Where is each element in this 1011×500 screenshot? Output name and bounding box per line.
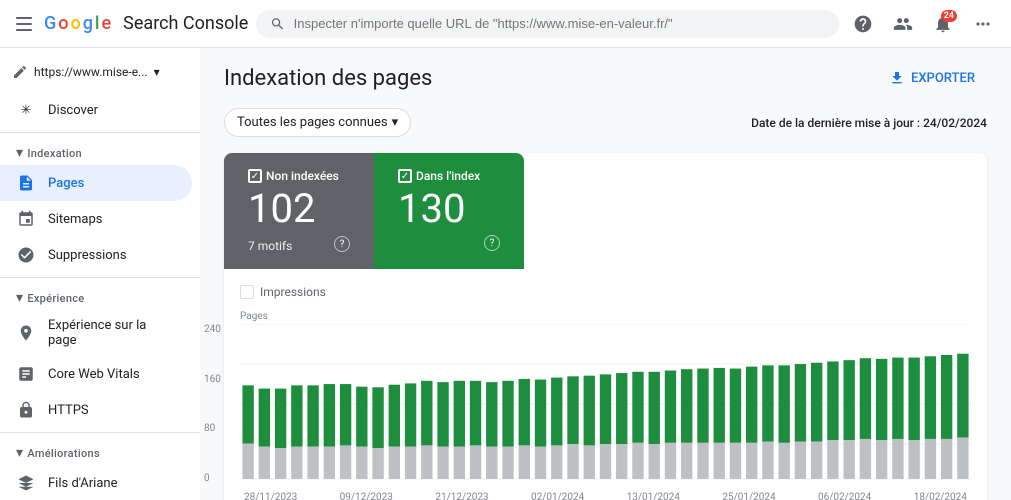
cwv-icon xyxy=(16,364,36,384)
sidebar-item-cwv-label: Core Web Vitals xyxy=(48,367,140,382)
app-name-label: Search Console xyxy=(123,13,248,34)
sidebar-divider-1 xyxy=(0,132,200,133)
topbar: Google Search Console 24 xyxy=(0,0,1011,48)
non-indexed-value: 102 xyxy=(248,187,350,231)
sidebar: https://www.mise-e... ▾ ✳ Discover ▾ Ind… xyxy=(0,48,200,500)
non-indexed-label: ✓ Non indexées xyxy=(248,169,350,183)
breadcrumb-icon xyxy=(16,473,36,493)
x-axis-label: 21/12/2023 xyxy=(435,492,488,500)
x-axis-label: 25/01/2024 xyxy=(722,492,775,500)
experience-section-label: ▾ Expérience xyxy=(0,282,200,310)
impressions-label: Impressions xyxy=(260,285,326,299)
menu-button[interactable] xyxy=(12,12,36,36)
sidebar-item-core-web-vitals[interactable]: Core Web Vitals xyxy=(0,356,192,392)
indexed-label: ✓ Dans l'index xyxy=(398,169,500,183)
account-url: https://www.mise-e... xyxy=(34,65,148,79)
pages-filter-dropdown[interactable]: Toutes les pages connues ▾ xyxy=(224,108,411,137)
sidebar-item-https[interactable]: HTTPS xyxy=(0,392,192,428)
sidebar-item-experience-page[interactable]: Expérience sur la page xyxy=(0,310,192,356)
sidebar-item-pages[interactable]: Pages xyxy=(0,165,192,201)
help-button[interactable] xyxy=(847,8,879,40)
filter-dropdown-icon: ▾ xyxy=(392,115,399,130)
stats-chart-panel: ✓ Non indexées 102 7 motifs ? ✓ Dans l'i… xyxy=(224,153,987,500)
stats-row: ✓ Non indexées 102 7 motifs ? ✓ Dans l'i… xyxy=(224,153,987,269)
sidebar-item-sitemaps[interactable]: Sitemaps xyxy=(0,201,192,237)
chart-area: 240 160 80 0 xyxy=(240,324,971,488)
chart-container: Impressions Pages 240 160 xyxy=(224,269,987,500)
discover-icon: ✳ xyxy=(16,100,36,120)
indexed-card: ✓ Dans l'index 130 ? xyxy=(374,153,524,269)
x-axis-label: 28/11/2023 xyxy=(244,492,297,500)
indexed-footer: ? xyxy=(398,235,500,251)
https-icon xyxy=(16,400,36,420)
sitemaps-icon xyxy=(16,209,36,229)
account-dropdown-arrow[interactable]: ▾ xyxy=(154,65,160,79)
pencil-icon xyxy=(12,64,28,80)
sidebar-divider-3 xyxy=(0,432,200,433)
accounts-button[interactable] xyxy=(887,8,919,40)
notification-badge: 24 xyxy=(941,10,957,22)
ameliorations-section-label: ▾ Améliorations xyxy=(0,437,200,465)
non-indexed-card: ✓ Non indexées 102 7 motifs ? xyxy=(224,153,374,269)
main-content: Indexation des pages EXPORTER Toutes les… xyxy=(200,48,1011,500)
url-search-input[interactable] xyxy=(294,16,825,31)
sidebar-item-suppressions-label: Suppressions xyxy=(48,248,127,263)
sidebar-item-pages-label: Pages xyxy=(48,176,84,191)
non-indexed-checkbox[interactable]: ✓ xyxy=(248,169,262,183)
suppressions-icon xyxy=(16,245,36,265)
x-axis-labels: 28/11/2023 09/12/2023 21/12/2023 02/01/2024… xyxy=(240,492,971,500)
indexed-value: 130 xyxy=(398,187,500,231)
non-indexed-sub: 7 motifs xyxy=(248,239,292,253)
last-updated: Date de la dernière mise à jour : 24/02/… xyxy=(751,116,987,130)
account-selector[interactable]: https://www.mise-e... ▾ xyxy=(0,56,200,88)
filter-label: Toutes les pages connues xyxy=(237,115,388,130)
chart-legend: Impressions xyxy=(240,285,971,299)
x-axis-label: 09/12/2023 xyxy=(340,492,393,500)
apps-button[interactable] xyxy=(967,8,999,40)
sidebar-item-breadcrumb[interactable]: Fils d'Ariane xyxy=(0,465,192,500)
content-header: Indexation des pages EXPORTER xyxy=(224,64,987,92)
notifications-button[interactable]: 24 xyxy=(927,8,959,40)
chart-y-label: Pages xyxy=(240,311,971,322)
download-icon xyxy=(889,70,905,86)
impressions-checkbox[interactable] xyxy=(240,285,254,299)
experience-page-icon xyxy=(16,323,36,343)
sidebar-item-discover[interactable]: ✳ Discover xyxy=(0,92,192,128)
x-axis-label: 18/02/2024 xyxy=(914,492,967,500)
page-title: Indexation des pages xyxy=(224,66,432,91)
sidebar-item-https-label: HTTPS xyxy=(48,403,89,418)
export-button[interactable]: EXPORTER xyxy=(877,64,987,92)
search-icon xyxy=(270,16,285,32)
x-axis-label: 06/02/2024 xyxy=(818,492,871,500)
main-layout: https://www.mise-e... ▾ ✳ Discover ▾ Ind… xyxy=(0,48,1011,500)
x-axis-label: 02/01/2024 xyxy=(531,492,584,500)
y-axis-labels: 240 160 80 0 xyxy=(204,324,221,484)
non-indexed-help-icon[interactable]: ? xyxy=(334,236,350,252)
indexation-section-label: ▾ Indexation xyxy=(0,137,200,165)
pages-icon xyxy=(16,173,36,193)
bar-chart-svg xyxy=(240,324,971,484)
google-logo: Google xyxy=(44,13,111,34)
sidebar-item-discover-label: Discover xyxy=(48,103,98,118)
filter-bar: Toutes les pages connues ▾ Date de la de… xyxy=(224,108,987,137)
sidebar-item-experience-page-label: Expérience sur la page xyxy=(48,318,176,348)
sidebar-item-suppressions[interactable]: Suppressions xyxy=(0,237,192,273)
sidebar-item-breadcrumb-label: Fils d'Ariane xyxy=(48,476,117,491)
indexed-help-icon[interactable]: ? xyxy=(484,235,500,251)
x-axis-label: 13/01/2024 xyxy=(627,492,680,500)
url-search-bar[interactable] xyxy=(256,10,839,38)
sidebar-divider-2 xyxy=(0,277,200,278)
sidebar-item-sitemaps-label: Sitemaps xyxy=(48,212,103,227)
topbar-icons: 24 xyxy=(847,8,999,40)
non-indexed-footer: 7 motifs ? xyxy=(248,235,350,253)
indexed-checkbox[interactable]: ✓ xyxy=(398,169,412,183)
